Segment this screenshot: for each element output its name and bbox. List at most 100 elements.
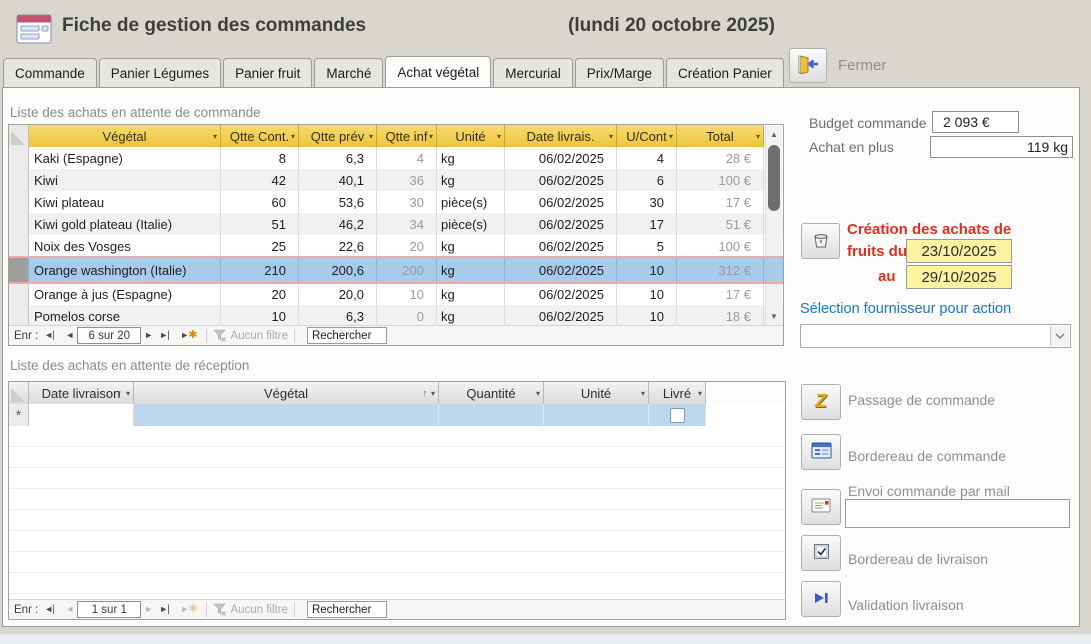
cell-qtte-prev[interactable]: 6,3 [299, 305, 377, 327]
vertical-scrollbar[interactable]: ▲ ▼ [765, 126, 782, 325]
cell-qtte-inf[interactable]: 30 [377, 191, 437, 213]
cell-total[interactable]: 100 € [677, 169, 764, 191]
create-purchases-button[interactable] [801, 223, 840, 259]
table-row[interactable]: Kiwi plateau 60 53,6 30 pièce(s) 06/02/2… [9, 191, 783, 213]
cell-date-livrais[interactable]: 06/02/2025 [505, 191, 617, 213]
chevron-down-icon[interactable]: ▾ [698, 389, 702, 398]
cell-total[interactable]: 18 € [677, 305, 764, 327]
cell-u-cont[interactable]: 6 [617, 169, 677, 191]
filter-icon[interactable] [213, 329, 227, 342]
chevron-down-icon[interactable]: ▾ [536, 389, 540, 398]
chevron-down-icon[interactable]: ▾ [429, 132, 433, 141]
cell-qtte-inf[interactable]: 4 [377, 147, 437, 169]
mail-address-input[interactable] [845, 499, 1070, 528]
cell-vegetal[interactable]: Pomelos corse [29, 305, 221, 327]
cell-qtte-inf[interactable]: 10 [377, 283, 437, 305]
chevron-down-icon[interactable]: ▾ [641, 389, 645, 398]
chevron-down-icon[interactable]: ▾ [669, 132, 673, 141]
cell-u-cont[interactable]: 5 [617, 235, 677, 257]
extra-purchase-value-field[interactable]: 119 kg [930, 136, 1073, 158]
first-record-icon[interactable]: ◄▏ [44, 605, 59, 614]
cell-date-livrais[interactable]: 06/02/2025 [505, 305, 617, 327]
cell-qtte-prev[interactable]: 20,0 [299, 283, 377, 305]
filter-icon[interactable] [213, 603, 227, 616]
order-slip-button[interactable] [801, 434, 841, 470]
cell-date-livraison-input[interactable] [29, 404, 134, 426]
cell-date-livrais[interactable]: 06/02/2025 [505, 147, 617, 169]
row-selector[interactable] [9, 305, 29, 327]
row-selector[interactable] [9, 213, 29, 235]
record-position-box[interactable]: 6 sur 20 [77, 327, 141, 344]
date-from-field[interactable]: 23/10/2025 [906, 239, 1012, 263]
table-row[interactable]: Kaki (Espagne) 8 6,3 4 kg 06/02/2025 4 2… [9, 147, 783, 169]
table-row[interactable]: Noix des Vosges 25 22,6 20 kg 06/02/2025… [9, 235, 783, 257]
chevron-down-icon[interactable]: ▾ [756, 132, 760, 141]
cell-date-livrais[interactable]: 06/02/2025 [505, 235, 617, 257]
cell-unite[interactable]: kg [437, 305, 505, 327]
cell-unite[interactable]: pièce(s) [437, 213, 505, 235]
cell-qtte-cont[interactable]: 10 [221, 305, 299, 327]
cell-u-cont[interactable]: 10 [617, 305, 677, 327]
row-selector[interactable] [9, 258, 29, 282]
cell-date-livrais[interactable]: 06/02/2025 [505, 169, 617, 191]
cell-qtte-prev[interactable]: 53,6 [299, 191, 377, 213]
cell-livre-checkbox-cell[interactable] [649, 404, 706, 426]
record-position-box[interactable]: 1 sur 1 [77, 601, 141, 618]
cell-vegetal-input[interactable] [134, 404, 439, 426]
cell-qtte-cont[interactable]: 25 [221, 235, 299, 257]
tab-creation-panier[interactable]: Création Panier [666, 58, 784, 87]
chevron-down-icon[interactable]: ▾ [609, 132, 613, 141]
new-record-icon[interactable]: ►✱ [180, 330, 197, 341]
scrollbar-thumb[interactable] [768, 145, 780, 211]
cell-total[interactable]: 51 € [677, 213, 764, 235]
budget-value-field[interactable]: 2 093 € [932, 111, 1019, 133]
select-all-corner[interactable] [9, 382, 29, 404]
last-record-icon[interactable]: ►▏ [159, 605, 174, 614]
cell-unite-input[interactable] [544, 404, 649, 426]
search-input[interactable]: Rechercher [307, 601, 387, 618]
column-header-livre[interactable]: Livré▾ [649, 382, 706, 404]
column-header-u-cont[interactable]: U/Cont▾ [617, 125, 677, 147]
table-row[interactable]: Orange washington (Italie) 210 200,6 200… [9, 256, 783, 284]
chevron-down-icon[interactable]: ▾ [369, 132, 373, 141]
column-header-date-livraison[interactable]: Date livraison↑▾ [29, 382, 134, 404]
delivery-slip-button[interactable] [801, 535, 841, 571]
column-header-quantite[interactable]: Quantité▾ [439, 382, 544, 404]
filter-status-label[interactable]: Aucun filtre [230, 604, 288, 616]
order-placement-button[interactable]: Z [801, 384, 841, 420]
cell-qtte-prev[interactable]: 22,6 [299, 235, 377, 257]
cell-unite[interactable]: pièce(s) [437, 191, 505, 213]
table-row[interactable]: Kiwi 42 40,1 36 kg 06/02/2025 6 100 € [9, 169, 783, 191]
row-selector[interactable] [9, 283, 29, 305]
tab-commande[interactable]: Commande [3, 58, 97, 87]
column-header-total[interactable]: Total▾ [677, 125, 764, 147]
filter-status-label[interactable]: Aucun filtre [230, 330, 288, 342]
column-header-unite[interactable]: Unité▾ [544, 382, 649, 404]
search-input[interactable]: Rechercher [307, 327, 387, 344]
delivery-validation-button[interactable] [801, 581, 841, 617]
cell-vegetal[interactable]: Kiwi plateau [29, 191, 221, 213]
cell-date-livrais[interactable]: 06/02/2025 [505, 213, 617, 235]
chevron-down-icon[interactable]: ▾ [431, 389, 435, 398]
date-to-field[interactable]: 29/10/2025 [906, 265, 1012, 289]
table-row[interactable]: Orange à jus (Espagne) 20 20,0 10 kg 06/… [9, 283, 783, 305]
close-button[interactable] [789, 48, 827, 83]
cell-vegetal[interactable]: Kaki (Espagne) [29, 147, 221, 169]
chevron-down-icon[interactable]: ▾ [126, 389, 130, 398]
cell-vegetal[interactable]: Kiwi [29, 169, 221, 191]
cell-unite[interactable]: kg [437, 258, 505, 282]
column-header-date-livrais[interactable]: Date livrais.▾ [505, 125, 617, 147]
cell-qtte-cont[interactable]: 8 [221, 147, 299, 169]
cell-qtte-prev[interactable]: 6,3 [299, 147, 377, 169]
column-header-qtte-inf[interactable]: Qtte inf▾ [377, 125, 437, 147]
cell-unite[interactable]: kg [437, 235, 505, 257]
table-row[interactable]: Kiwi gold plateau (Italie) 51 46,2 34 pi… [9, 213, 783, 235]
cell-qtte-cont[interactable]: 51 [221, 213, 299, 235]
row-selector[interactable] [9, 235, 29, 257]
cell-unite[interactable]: kg [437, 169, 505, 191]
cell-u-cont[interactable]: 4 [617, 147, 677, 169]
cell-total[interactable]: 17 € [677, 191, 764, 213]
cell-qtte-inf[interactable]: 36 [377, 169, 437, 191]
tab-panier-fruit[interactable]: Panier fruit [223, 58, 312, 87]
tab-prix-marge[interactable]: Prix/Marge [575, 58, 664, 87]
